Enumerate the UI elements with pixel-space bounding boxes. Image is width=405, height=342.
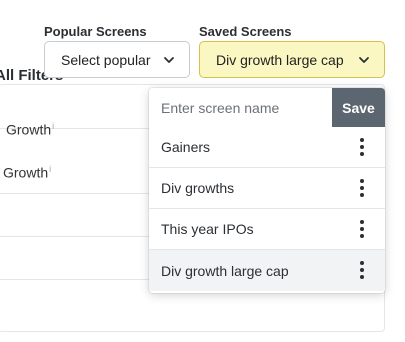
info-icon[interactable]: i	[52, 121, 54, 131]
chevron-down-icon	[359, 57, 369, 63]
more-options-icon[interactable]	[359, 138, 365, 156]
saved-screen-label: Div growths	[161, 180, 235, 196]
filter-row-label: Growthi	[6, 121, 54, 138]
popular-screens-label: Popular Screens	[44, 24, 147, 39]
chevron-down-icon	[164, 57, 174, 63]
saved-screen-item[interactable]: Gainers	[149, 127, 385, 168]
saved-screens-label: Saved Screens	[199, 24, 292, 39]
saved-screen-label: Div growth large cap	[161, 262, 289, 279]
saved-screen-item[interactable]: Div growth large cap	[149, 250, 385, 291]
filter-row-label: Growthi	[3, 164, 51, 181]
save-button[interactable]: Save	[332, 88, 385, 127]
screen-name-input[interactable]	[149, 88, 332, 127]
filter-label-text: Growth	[3, 164, 49, 181]
popular-screens-value: Select popular	[61, 51, 151, 68]
info-icon[interactable]: i	[49, 164, 51, 174]
saved-screens-select[interactable]: Div growth large cap	[199, 41, 385, 78]
saved-screens-value: Div growth large cap	[216, 51, 344, 68]
filter-label-text: Growth	[6, 121, 52, 138]
more-options-icon[interactable]	[359, 220, 365, 238]
popular-screens-select[interactable]: Select popular	[44, 41, 190, 78]
saved-screen-item[interactable]: This year IPOs	[149, 209, 385, 250]
saved-screens-dropdown: Save Gainers Div growths This year IPOs …	[149, 88, 385, 293]
save-screen-row: Save	[149, 88, 385, 127]
saved-screen-label: This year IPOs	[161, 221, 254, 237]
saved-screen-item[interactable]: Div growths	[149, 168, 385, 209]
saved-screen-label: Gainers	[161, 139, 211, 155]
more-options-icon[interactable]	[359, 179, 365, 197]
more-options-icon[interactable]	[359, 261, 365, 279]
